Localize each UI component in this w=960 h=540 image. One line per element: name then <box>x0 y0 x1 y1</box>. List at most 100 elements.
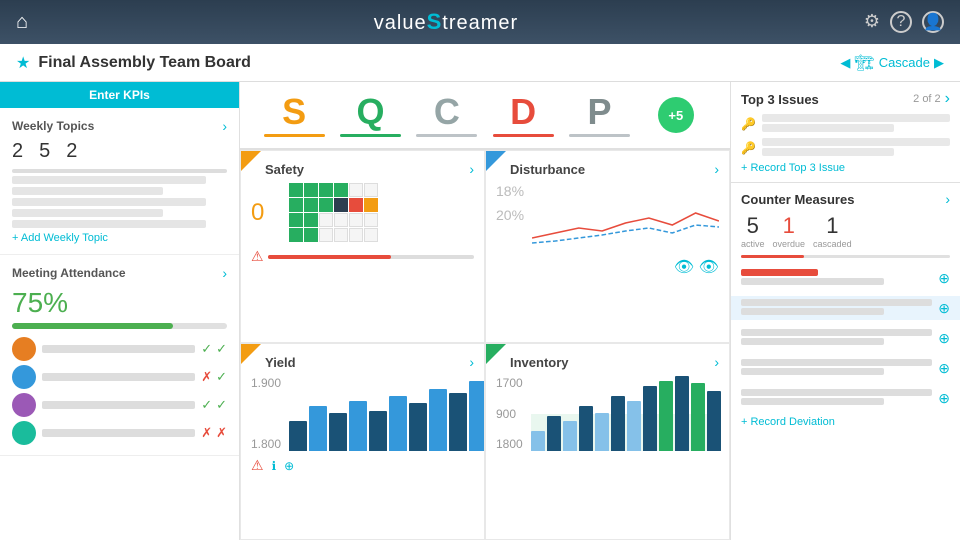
disturbance-chevron[interactable]: › <box>714 161 719 177</box>
yield-chevron[interactable]: › <box>469 354 474 370</box>
ybar-5 <box>369 411 387 451</box>
globe-icon-3[interactable]: ⊕ <box>938 330 950 347</box>
sg-15 <box>319 213 333 227</box>
dist-eyes-icon[interactable]: 👁 👁 <box>496 257 719 277</box>
main-content: Enter KPIs Weekly Topics › 2 5 2 + Add W… <box>0 82 960 540</box>
user-icon[interactable]: 👤 <box>922 11 944 33</box>
cross-icon-3: ✗ <box>216 425 227 441</box>
logo: valueStreamer <box>374 9 518 35</box>
person-list: ✓✓ ✗✓ ✓✓ ✗✗ <box>12 337 227 445</box>
issues-header: Top 3 Issues 2 of 2 › <box>741 90 950 108</box>
ybar-9 <box>449 393 467 451</box>
help-icon[interactable]: ? <box>890 11 912 33</box>
record-top-issue-link[interactable]: + Record Top 3 Issue <box>741 162 950 174</box>
attendance-chevron[interactable]: › <box>222 265 227 281</box>
issues-nav-chevron[interactable]: › <box>945 90 950 108</box>
inventory-labels: 1700 900 1800 <box>496 376 523 451</box>
cascade-label: Cascade <box>879 55 930 70</box>
dist-pct-1: 18% <box>496 183 524 199</box>
check-icon-4: ✓ <box>201 397 212 413</box>
sqcdp-bar-d <box>493 134 554 137</box>
cross-icon-1: ✗ <box>201 369 212 385</box>
cascade-button[interactable]: ◀ 🏗 Cascade ▶ <box>840 53 944 73</box>
alert-icon: ⚠ <box>251 248 264 265</box>
person-row-1: ✓✓ <box>12 337 227 361</box>
check-icon-2: ✓ <box>216 341 227 357</box>
sqcdp-d[interactable]: D <box>485 94 561 137</box>
counter-header: Counter Measures › <box>741 191 950 207</box>
ybar-6 <box>389 396 407 451</box>
person-row-3: ✓✓ <box>12 393 227 417</box>
record-deviation-link[interactable]: + Record Deviation <box>741 416 950 428</box>
issue-bar-2 <box>762 138 950 158</box>
sg-6 <box>364 183 378 197</box>
counter-overdue-group: 1 overdue <box>773 213 806 249</box>
sg-11 <box>349 198 363 212</box>
globe-icon-2[interactable]: ⊕ <box>938 300 950 317</box>
sub-header: ★ Final Assembly Team Board ◀ 🏗 Cascade … <box>0 44 960 82</box>
yield-bars <box>289 376 485 451</box>
issue-bar-1 <box>762 114 950 134</box>
counter-chevron[interactable]: › <box>945 191 950 207</box>
star-icon[interactable]: ★ <box>16 53 30 73</box>
home-icon[interactable]: ⌂ <box>16 11 28 34</box>
disturbance-content: 18% 20% <box>496 183 719 253</box>
issue-row-1: 🔑 <box>741 114 950 134</box>
sqcdp-bar-c <box>416 134 477 137</box>
sqcdp-q[interactable]: Q <box>332 94 408 137</box>
topics-line-2 <box>12 187 163 195</box>
sqcdp-c[interactable]: C <box>409 94 485 137</box>
sg-14 <box>304 213 318 227</box>
yield-globe-icon[interactable]: ⊕ <box>284 459 294 473</box>
add-weekly-topic-link[interactable]: + Add Weekly Topic <box>12 232 227 244</box>
ibar-1 <box>531 431 545 451</box>
sg-3 <box>319 183 333 197</box>
topics-line-1 <box>12 176 206 184</box>
person-name-bar-1 <box>42 345 195 353</box>
counter-item-3: ⊕ <box>741 326 950 350</box>
attendance-bar <box>12 323 227 329</box>
safety-footer: ⚠ <box>251 248 474 265</box>
sg-4 <box>334 183 348 197</box>
inventory-chevron[interactable]: › <box>714 354 719 370</box>
sg-1 <box>289 183 303 197</box>
safety-chevron[interactable]: › <box>469 161 474 177</box>
sqcdp-s[interactable]: S <box>256 94 332 137</box>
inv-val-1: 1700 <box>496 376 523 390</box>
issue-icon-1: 🔑 <box>741 117 756 131</box>
ybar-8 <box>429 389 447 451</box>
safety-grid <box>289 183 378 242</box>
globe-icon-4[interactable]: ⊕ <box>938 360 950 377</box>
sqcdp-plus[interactable]: +5 <box>638 97 714 133</box>
meeting-attendance-title: Meeting Attendance <box>12 266 126 280</box>
yield-content: 1.900 1.800 <box>251 376 474 451</box>
sqcdp-p[interactable]: P <box>561 94 637 137</box>
globe-icon-5[interactable]: ⊕ <box>938 390 950 407</box>
gear-icon[interactable]: ⚙ <box>864 11 880 33</box>
sqcdp-letter-q: Q <box>356 94 384 130</box>
cascade-left-icon: ◀ <box>840 55 850 71</box>
safety-footer-bar <box>268 255 474 259</box>
issue-row-2: 🔑 <box>741 138 950 158</box>
counter-item-5: ⊕ <box>741 386 950 410</box>
ibar-7 <box>627 401 641 451</box>
sg-24 <box>364 228 378 242</box>
topics-line-3 <box>12 198 206 206</box>
sqcdp-bar-q <box>340 134 401 137</box>
counter-progress-bar <box>741 255 950 258</box>
enter-kpis-button[interactable]: Enter KPIs <box>0 82 239 108</box>
inventory-card: Inventory › 1700 900 1800 <box>485 343 730 540</box>
sg-19 <box>289 228 303 242</box>
ibar-5 <box>595 413 609 451</box>
yield-val-1: 1.900 <box>251 376 281 390</box>
avatar-2 <box>12 365 36 389</box>
globe-icon-1[interactable]: ⊕ <box>938 270 950 287</box>
right-panel: Top 3 Issues 2 of 2 › 🔑 🔑 <box>730 82 960 540</box>
meeting-attendance-section: Meeting Attendance › 75% ✓✓ ✗✓ <box>0 255 239 456</box>
sqcdp-letter-d: D <box>510 94 536 130</box>
weekly-topics-chevron[interactable]: › <box>222 118 227 134</box>
counter-cascaded-num: 1 <box>826 213 838 239</box>
sqcdp-letter-s: S <box>282 94 306 130</box>
top-issues-section: Top 3 Issues 2 of 2 › 🔑 🔑 <box>731 82 960 183</box>
inv-val-3: 1800 <box>496 437 523 451</box>
